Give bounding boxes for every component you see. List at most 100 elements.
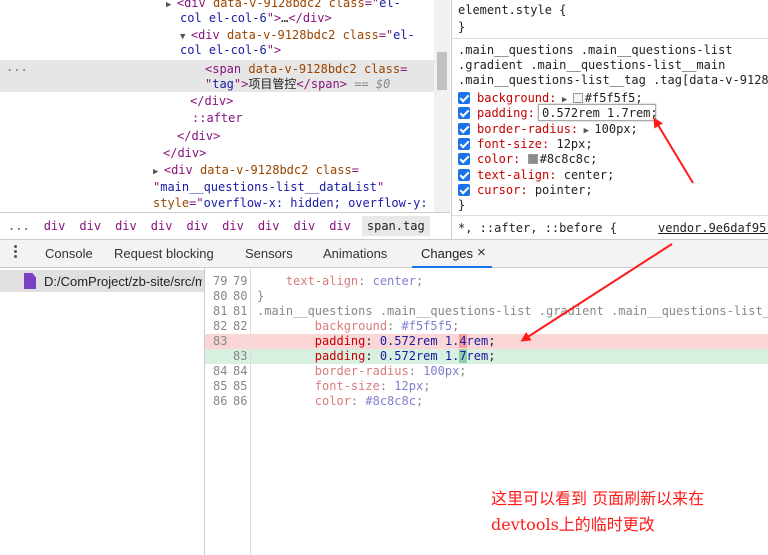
dom-token: el- (379, 0, 401, 10)
breadcrumb-item[interactable]: div (79, 219, 101, 233)
tab-sensors[interactable]: Sensors (245, 246, 293, 261)
css-property[interactable]: padding: 0.572rem 1.7rem; (477, 105, 658, 121)
old-line-number: 82 (213, 319, 228, 333)
css-property-name[interactable]: background: (477, 91, 556, 105)
breadcrumb-overflow[interactable]: ... (8, 219, 30, 233)
dom-token: tag (212, 77, 234, 91)
breadcrumb-item[interactable]: div (294, 219, 316, 233)
css-property-value[interactable]: pointer; (535, 183, 593, 197)
dom-node-line[interactable]: </div> (190, 93, 233, 110)
breadcrumb-item[interactable]: div (258, 219, 280, 233)
dom-node-line[interactable]: style="overflow-x: hidden; overflow-y: (153, 195, 428, 212)
rule-selector-line-2[interactable]: .gradient .main__questions-list__main (458, 57, 725, 73)
tab-animations[interactable]: Animations (323, 246, 387, 261)
dom-node-line[interactable]: "main__questions-list__dataList" (153, 179, 384, 196)
old-line-number: 79 (213, 274, 228, 288)
expand-toggle-icon[interactable]: ▶ (153, 167, 164, 177)
expand-toggle-icon[interactable]: ▶ (166, 0, 177, 10)
dom-token: <div (176, 0, 213, 10)
tab-changes[interactable]: Changes (421, 246, 473, 261)
expand-shorthand-icon[interactable]: ▶ (578, 126, 594, 136)
element-style-selector[interactable]: element.style { (458, 2, 566, 18)
css-property-name[interactable]: cursor: (477, 183, 528, 197)
css-property-name[interactable]: border-radius: (477, 122, 578, 136)
breadcrumb-item[interactable]: div (222, 219, 244, 233)
tab-console[interactable]: Console (45, 246, 93, 261)
css-property-name[interactable]: text-align: (477, 168, 556, 182)
drawer-menu-icon[interactable] (14, 245, 18, 261)
dom-token: <div (163, 163, 200, 177)
color-swatch[interactable] (527, 154, 538, 165)
css-property-name[interactable]: font-size: (477, 137, 549, 151)
diff-token: #f5f5f5 (401, 319, 453, 333)
universal-selector[interactable]: *, ::after, ::before { (458, 220, 617, 236)
diff-view[interactable]: 79 79 text-align: center; 80 80} 81 81 .main__… (205, 268, 768, 488)
changes-file-list: D:/ComProject/zb-site/src/m (0, 268, 205, 555)
drawer-tabbar: Console Request blocking Sensors Animati… (0, 239, 768, 268)
style-divider (452, 38, 768, 39)
css-property-name[interactable]: padding: (477, 106, 535, 120)
css-property-value[interactable]: 12px; (556, 137, 592, 151)
breadcrumb-item[interactable]: span.tag (361, 216, 430, 236)
styles-pane: element.style { } .main__questions .main… (451, 0, 768, 239)
breadcrumb-item[interactable]: div (115, 219, 137, 233)
dom-node-line[interactable]: "tag">项目管控</span> == $0 (205, 76, 390, 93)
diff-line-removed: 83 padding: 0.572rem 1.4rem; (205, 334, 768, 349)
expand-toggle-icon[interactable]: ▼ (180, 32, 191, 42)
css-property-value[interactable]: 100px; (594, 122, 637, 136)
property-checkbox[interactable] (458, 153, 470, 166)
dom-node-line[interactable]: col el-col-6">…</div> (180, 10, 332, 27)
diff-code: background: #f5f5f5; (257, 319, 460, 334)
dom-token: data-v-9128bdc2 (212, 0, 322, 10)
elements-scrollbar[interactable] (434, 0, 450, 212)
css-property[interactable]: cursor: pointer; (477, 182, 593, 198)
old-line-number: 80 (213, 289, 228, 303)
property-checkbox[interactable] (458, 92, 470, 104)
property-checkbox[interactable] (458, 107, 470, 120)
css-property-value[interactable]: #f5f5f5; (585, 91, 643, 105)
diff-token: : (379, 379, 395, 393)
breadcrumb-item[interactable]: div (186, 219, 208, 233)
css-property-value[interactable]: center; (564, 168, 615, 182)
breadcrumb: ... div div div div div div div div div span.tag (0, 212, 450, 239)
diff-code: padding: 0.572rem 1.7rem; (257, 349, 495, 364)
property-checkbox[interactable] (458, 183, 470, 196)
dom-node-line[interactable]: ::after (192, 110, 243, 127)
elements-scroll-thumb[interactable] (437, 52, 447, 90)
rule-selector-line-3[interactable]: .main__questions-list__tag .tag[data-v-9… (458, 72, 768, 88)
property-checkbox[interactable] (458, 122, 470, 135)
close-tab-icon[interactable]: × (477, 244, 486, 261)
css-property[interactable]: font-size: 12px; (477, 136, 593, 152)
css-property[interactable]: color: #8c8c8c; (477, 151, 597, 167)
dom-token: </div> (288, 11, 332, 25)
diff-token: ; (452, 319, 460, 333)
dom-token (335, 28, 342, 42)
breadcrumb-item[interactable]: div (151, 219, 173, 233)
elements-tree[interactable]: ... ▶ <div data-v-9128bdc2 class="el-col… (0, 0, 450, 212)
property-checkbox[interactable] (458, 137, 470, 150)
diff-token: .main__questions .main__questions-list .… (257, 304, 768, 318)
changed-file-item[interactable]: D:/ComProject/zb-site/src/m (0, 270, 204, 292)
element-style-close: } (458, 20, 466, 34)
tab-request-blocking[interactable]: Request blocking (114, 246, 214, 261)
css-property[interactable]: text-align: center; (477, 167, 614, 183)
dom-node-line[interactable]: </div> (177, 128, 220, 145)
css-property-value[interactable]: 0.572rem 1.7rem; (542, 106, 658, 120)
node-actions-ellipsis[interactable]: ... (6, 60, 28, 74)
property-checkbox[interactable] (458, 168, 470, 181)
breadcrumb-item[interactable]: div (44, 219, 66, 233)
rule-close-brace: } (458, 198, 466, 212)
color-swatch[interactable] (572, 93, 583, 103)
rule-selector-line-1[interactable]: .main__questions .main__questions-list (458, 42, 733, 58)
diff-token: 0.572rem 1. (379, 349, 460, 363)
diff-line: 86 86 color: #8c8c8c; (205, 394, 768, 409)
dom-token: main__questions-list__dataList (160, 180, 377, 194)
dom-node-line[interactable]: col el-col-6"> (180, 42, 281, 59)
dom-node-line[interactable]: </div> (163, 145, 206, 162)
old-line-number: 83 (213, 334, 228, 348)
breadcrumb-item[interactable]: div (329, 219, 351, 233)
annotation-line-2: devtools上的临时更改 (491, 515, 655, 534)
css-property-value[interactable]: #8c8c8c; (540, 152, 598, 166)
source-link[interactable]: vendor.9e6daf95. (658, 220, 768, 236)
css-property-name[interactable]: color: (477, 152, 520, 166)
